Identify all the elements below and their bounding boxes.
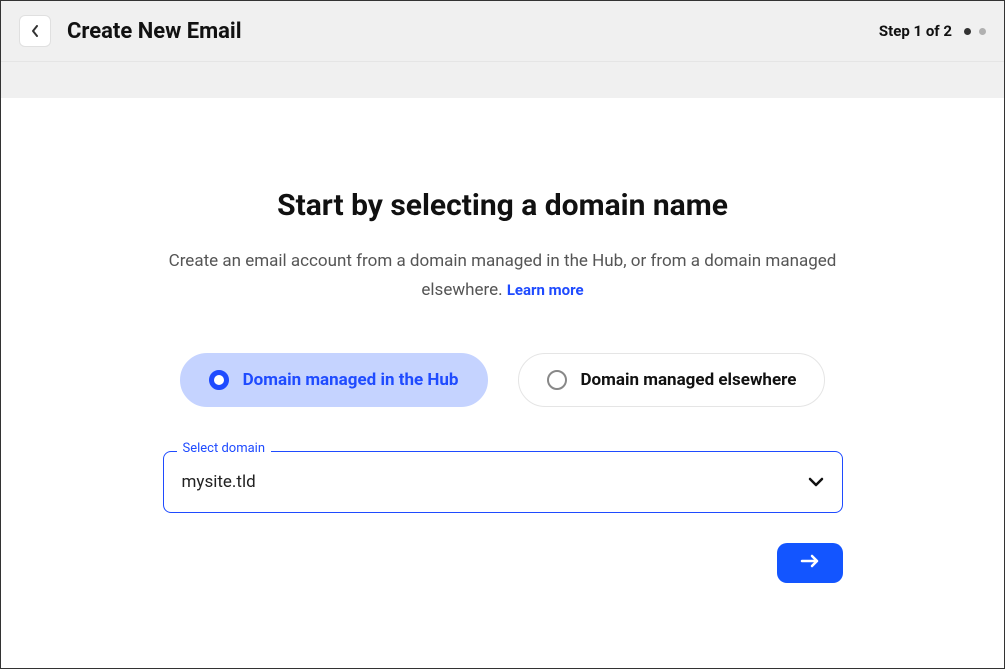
radio-option-hub[interactable]: Domain managed in the Hub [180,353,488,407]
domain-select-legend: Select domain [177,441,272,456]
page-title: Create New Email [67,19,242,44]
main-card: Start by selecting a domain name Create … [11,98,994,649]
domain-select-wrap: Select domain mysite.tld [163,451,843,513]
back-button[interactable] [19,15,51,47]
step-dot-icon [964,28,971,35]
header-left: Create New Email [19,15,242,47]
header-spacer [1,62,1004,98]
step-dot-icon [979,28,986,35]
arrow-right-icon [800,554,820,571]
domain-select[interactable]: mysite.tld [163,451,843,513]
chevron-left-icon [30,22,40,41]
sub-text: Create an email account from a domain ma… [133,247,873,305]
step-dots [964,28,986,35]
radio-icon [547,370,567,390]
radio-icon [209,370,229,390]
radio-label-hub: Domain managed in the Hub [243,370,459,390]
header-right: Step 1 of 2 [879,22,986,40]
header-bar: Create New Email Step 1 of 2 [1,1,1004,62]
next-button[interactable] [777,543,843,583]
radio-label-elsewhere: Domain managed elsewhere [581,370,797,390]
radio-option-elsewhere[interactable]: Domain managed elsewhere [518,353,826,407]
main-heading: Start by selecting a domain name [71,188,934,223]
sub-text-content: Create an email account from a domain ma… [169,251,837,300]
chevron-down-icon [808,472,824,491]
step-indicator-text: Step 1 of 2 [879,22,952,40]
footer-button-row [163,543,843,583]
learn-more-link[interactable]: Learn more [507,281,584,299]
domain-select-value: mysite.tld [182,472,256,492]
radio-group: Domain managed in the Hub Domain managed… [71,353,934,407]
